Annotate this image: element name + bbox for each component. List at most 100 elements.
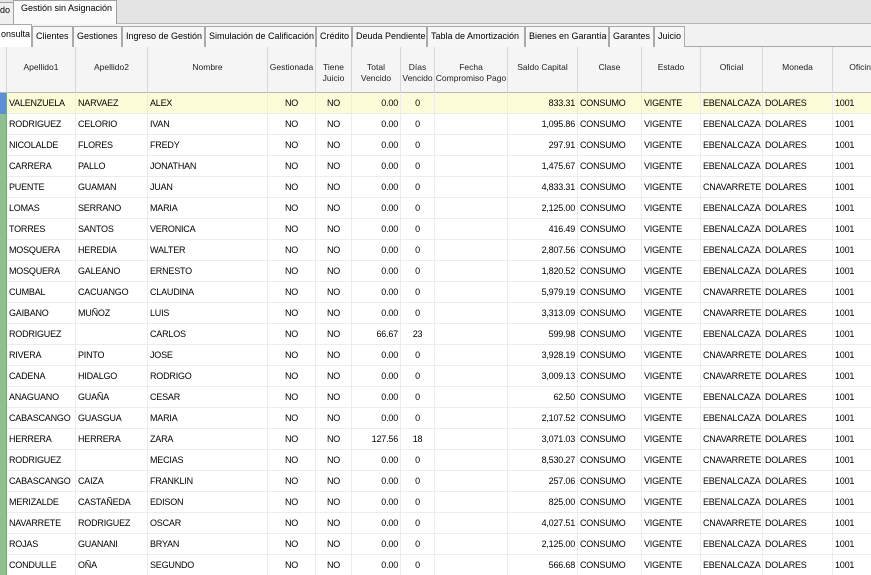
cell-gestionada[interactable]: NO [268, 408, 316, 429]
cell-estado[interactable]: VIGENTE [642, 93, 701, 114]
cell-total-vencido[interactable]: 0.00 [352, 387, 401, 408]
cell-oficial[interactable]: CNAVARRETE [701, 429, 763, 450]
cell-apellido1[interactable]: NICOLALDE [7, 135, 76, 156]
cell-oficina[interactable]: 1001 [833, 303, 871, 324]
cell-nombre[interactable]: JOSE [148, 345, 268, 366]
cell-dias-vencido[interactable]: 0 [401, 135, 435, 156]
cell-apellido1[interactable]: CABASCANGO [7, 408, 76, 429]
cell-dias-vencido[interactable]: 0 [401, 408, 435, 429]
row-selector[interactable] [0, 408, 7, 429]
cell-moneda[interactable]: DOLARES [763, 534, 833, 555]
cell-nombre[interactable]: EDISON [148, 492, 268, 513]
cell-nombre[interactable]: WALTER [148, 240, 268, 261]
table-row[interactable]: HERRERA HERRERA ZARA NO NO 127.56 18 3,071.03 CO… [0, 429, 871, 450]
cell-clase[interactable]: CONSUMO [578, 282, 642, 303]
cell-fecha-compromiso[interactable] [435, 114, 508, 135]
cell-estado[interactable]: VIGENTE [642, 219, 701, 240]
cell-saldo-capital[interactable]: 2,125.00 [508, 534, 578, 555]
cell-clase[interactable]: CONSUMO [578, 492, 642, 513]
cell-oficina[interactable]: 1001 [833, 408, 871, 429]
cell-apellido1[interactable]: MOSQUERA [7, 240, 76, 261]
cell-apellido2[interactable]: GALEANO [76, 261, 148, 282]
row-selector[interactable] [0, 219, 7, 240]
cell-estado[interactable]: VIGENTE [642, 555, 701, 575]
cell-nombre[interactable]: LUIS [148, 303, 268, 324]
cell-apellido1[interactable]: RODRIGUEZ [7, 114, 76, 135]
cell-oficial[interactable]: EBENALCAZA [701, 93, 763, 114]
row-selector[interactable] [0, 429, 7, 450]
cell-saldo-capital[interactable]: 833.31 [508, 93, 578, 114]
cell-oficina[interactable]: 1001 [833, 156, 871, 177]
cell-tiene-juicio[interactable]: NO [316, 177, 352, 198]
column-header-dias-vencido[interactable]: Días Vencido [401, 47, 435, 93]
tab-bienes-garantia[interactable]: Bienes en Garantía [525, 26, 609, 47]
cell-apellido2[interactable]: CASTAÑEDA [76, 492, 148, 513]
cell-fecha-compromiso[interactable] [435, 534, 508, 555]
cell-moneda[interactable]: DOLARES [763, 345, 833, 366]
cell-nombre[interactable]: SEGUNDO [148, 555, 268, 575]
cell-apellido2[interactable]: HERRERA [76, 429, 148, 450]
cell-oficial[interactable]: EBENALCAZA [701, 261, 763, 282]
cell-gestionada[interactable]: NO [268, 114, 316, 135]
cell-oficial[interactable]: EBENALCAZA [701, 135, 763, 156]
table-row[interactable]: RODRIGUEZ CARLOS NO NO 66.67 23 599.98 CONSUMO V… [0, 324, 871, 345]
cell-fecha-compromiso[interactable] [435, 408, 508, 429]
cell-gestionada[interactable]: NO [268, 219, 316, 240]
cell-nombre[interactable]: MARIA [148, 198, 268, 219]
cell-tiene-juicio[interactable]: NO [316, 492, 352, 513]
cell-clase[interactable]: CONSUMO [578, 198, 642, 219]
cell-apellido1[interactable]: CARRERA [7, 156, 76, 177]
cell-nombre[interactable]: OSCAR [148, 513, 268, 534]
cell-gestionada[interactable]: NO [268, 513, 316, 534]
cell-saldo-capital[interactable]: 1,095.86 [508, 114, 578, 135]
row-selector[interactable] [0, 366, 7, 387]
cell-saldo-capital[interactable]: 4,027.51 [508, 513, 578, 534]
cell-estado[interactable]: VIGENTE [642, 408, 701, 429]
table-row[interactable]: GAIBANO MUÑOZ LUIS NO NO 0.00 0 3,313.09 CONSUMO… [0, 303, 871, 324]
table-row[interactable]: PUENTE GUAMAN JUAN NO NO 0.00 0 4,833.31 CONSUMO… [0, 177, 871, 198]
cell-fecha-compromiso[interactable] [435, 135, 508, 156]
cell-moneda[interactable]: DOLARES [763, 240, 833, 261]
cell-oficina[interactable]: 1001 [833, 219, 871, 240]
cell-total-vencido[interactable]: 0.00 [352, 135, 401, 156]
cell-moneda[interactable]: DOLARES [763, 135, 833, 156]
cell-gestionada[interactable]: NO [268, 366, 316, 387]
tab-clientes[interactable]: Clientes [32, 26, 73, 47]
cell-oficial[interactable]: EBENALCAZA [701, 408, 763, 429]
cell-total-vencido[interactable]: 66.67 [352, 324, 401, 345]
cell-fecha-compromiso[interactable] [435, 198, 508, 219]
cell-nombre[interactable]: ALEX [148, 93, 268, 114]
cell-nombre[interactable]: FRANKLIN [148, 471, 268, 492]
cell-clase[interactable]: CONSUMO [578, 555, 642, 575]
cell-tiene-juicio[interactable]: NO [316, 345, 352, 366]
cell-dias-vencido[interactable]: 0 [401, 366, 435, 387]
tab-garantes[interactable]: Garantes [609, 26, 654, 47]
cell-saldo-capital[interactable]: 1,820.52 [508, 261, 578, 282]
cell-apellido2[interactable]: FLORES [76, 135, 148, 156]
cell-tiene-juicio[interactable]: NO [316, 261, 352, 282]
cell-fecha-compromiso[interactable] [435, 492, 508, 513]
column-header-tiene-juicio[interactable]: Tiene Juicio [316, 47, 352, 93]
table-row[interactable]: CADENA HIDALGO RODRIGO NO NO 0.00 0 3,009.13 CON… [0, 366, 871, 387]
cell-total-vencido[interactable]: 127.56 [352, 429, 401, 450]
cell-nombre[interactable]: RODRIGO [148, 366, 268, 387]
cell-total-vencido[interactable]: 0.00 [352, 303, 401, 324]
row-selector[interactable] [0, 240, 7, 261]
cell-total-vencido[interactable]: 0.00 [352, 492, 401, 513]
cell-apellido1[interactable]: HERRERA [7, 429, 76, 450]
cell-moneda[interactable]: DOLARES [763, 408, 833, 429]
cell-nombre[interactable]: BRYAN [148, 534, 268, 555]
cell-clase[interactable]: CONSUMO [578, 114, 642, 135]
cell-fecha-compromiso[interactable] [435, 240, 508, 261]
column-header-estado[interactable]: Estado [642, 47, 701, 93]
cell-fecha-compromiso[interactable] [435, 93, 508, 114]
cell-apellido2[interactable] [76, 450, 148, 471]
cell-gestionada[interactable]: NO [268, 177, 316, 198]
cell-total-vencido[interactable]: 0.00 [352, 345, 401, 366]
cell-gestionada[interactable]: NO [268, 492, 316, 513]
cell-moneda[interactable]: DOLARES [763, 156, 833, 177]
cell-clase[interactable]: CONSUMO [578, 387, 642, 408]
cell-apellido2[interactable]: HIDALGO [76, 366, 148, 387]
table-row[interactable]: TORRES SANTOS VERONICA NO NO 0.00 0 416.49 CONSU… [0, 219, 871, 240]
cell-apellido1[interactable]: MOSQUERA [7, 261, 76, 282]
